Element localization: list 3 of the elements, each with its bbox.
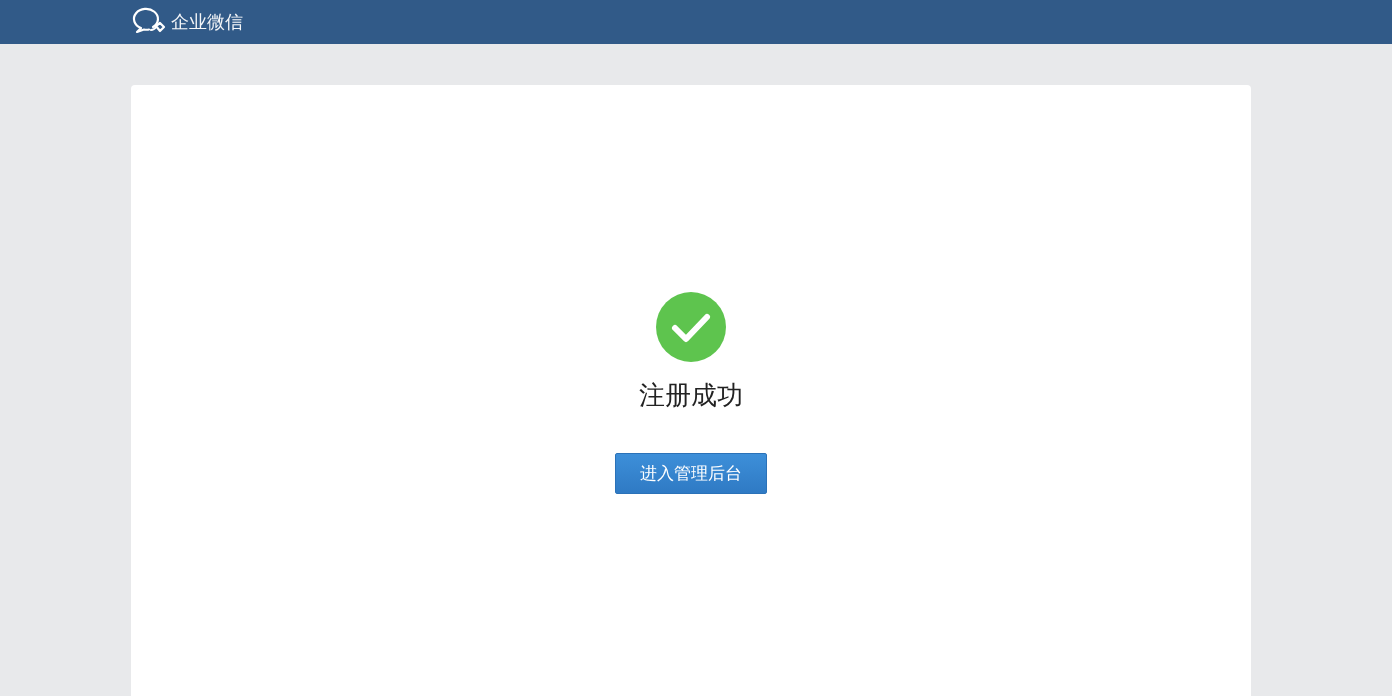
brand-name: 企业微信 xyxy=(171,10,243,34)
enter-admin-button[interactable]: 进入管理后台 xyxy=(615,453,767,494)
result-title: 注册成功 xyxy=(639,379,743,412)
